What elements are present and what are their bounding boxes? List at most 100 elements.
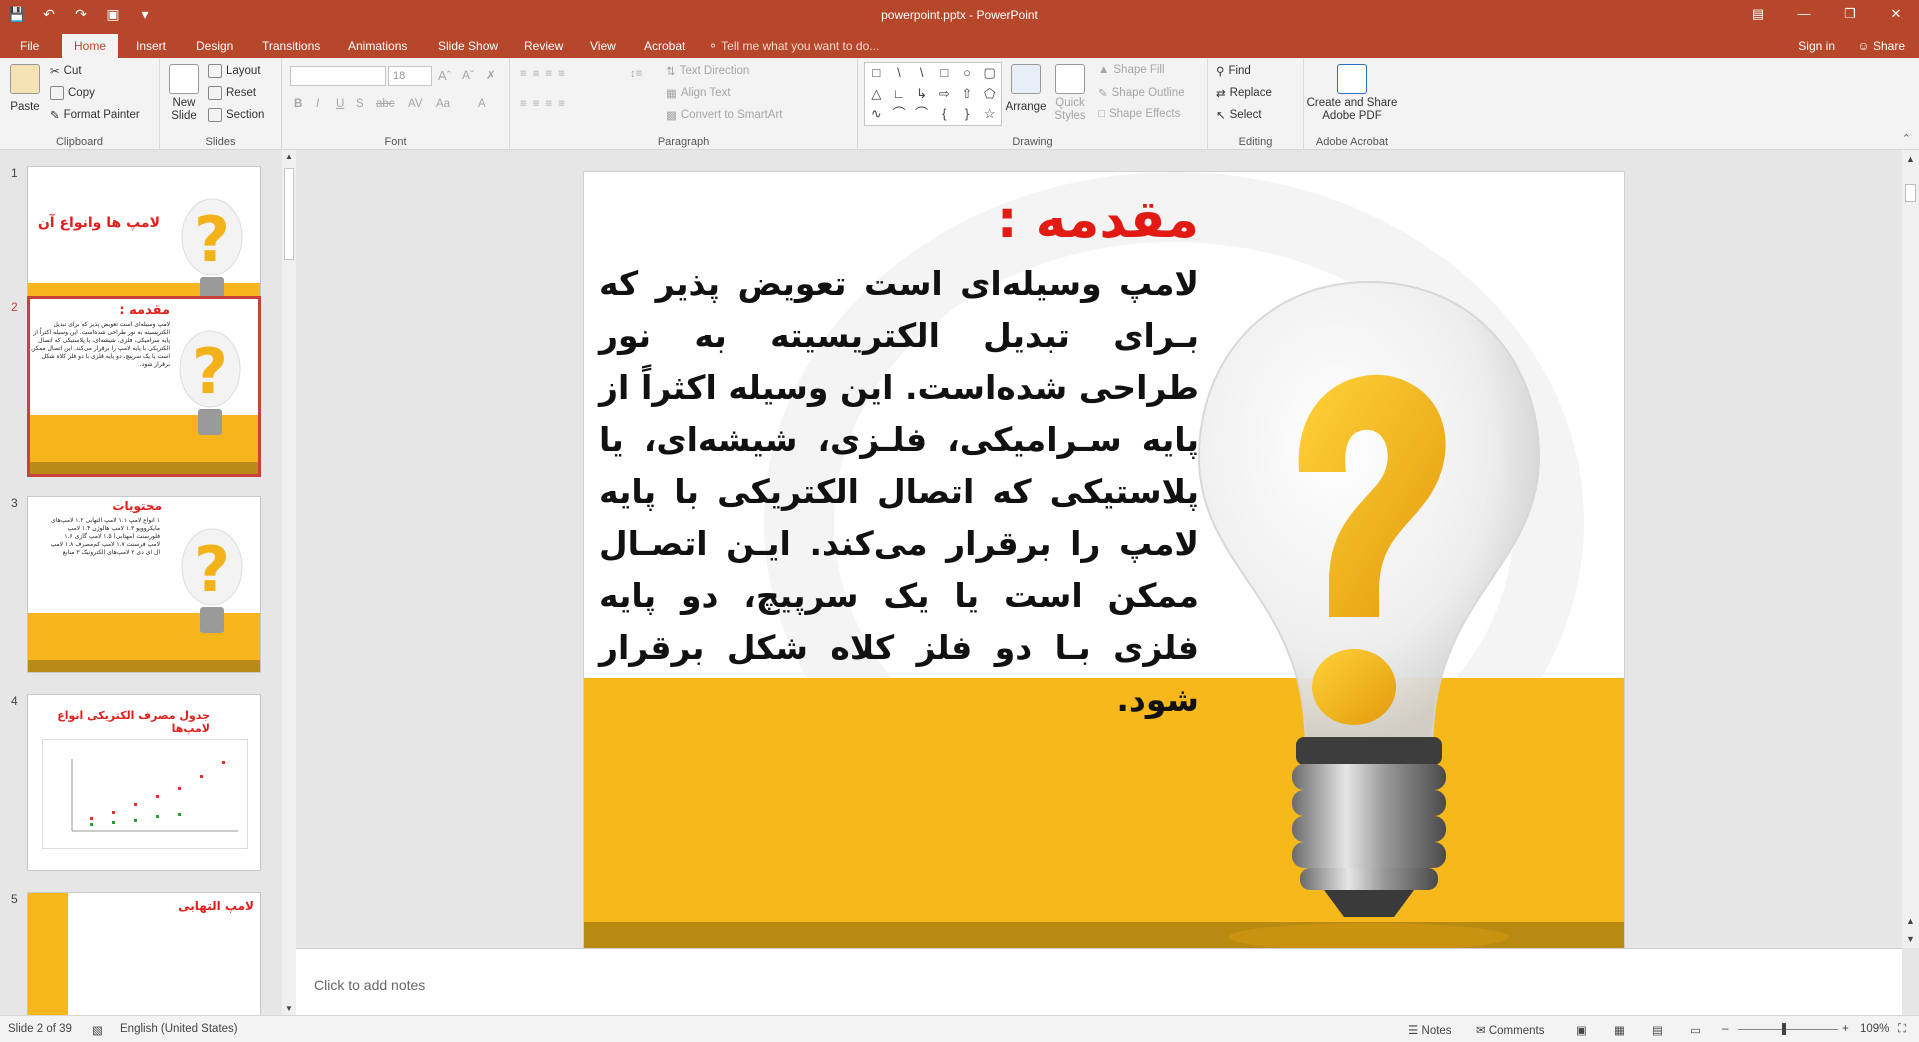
- notes-button[interactable]: ☰ Notes: [1408, 1023, 1452, 1037]
- previous-slide-icon[interactable]: ▲: [1902, 916, 1919, 926]
- arrow-right-icon[interactable]: ⇨: [933, 84, 956, 105]
- tab-review[interactable]: Review: [512, 34, 575, 58]
- decrease-font-icon[interactable]: Aˇ: [462, 68, 474, 82]
- scroll-down-icon[interactable]: ▼: [282, 1004, 296, 1013]
- comments-button[interactable]: ✉ Comments: [1476, 1023, 1544, 1037]
- shadow-icon[interactable]: S: [356, 98, 364, 110]
- slide-body-text[interactable]: لامپ وسیله‌ای است تعویض پذیر که بـرای تب…: [599, 258, 1199, 726]
- zoom-slider[interactable]: [1738, 1029, 1838, 1030]
- thumbnails-scrollbar[interactable]: ▲ ▼: [282, 150, 296, 1015]
- star-icon[interactable]: ☆: [978, 104, 1001, 125]
- spacing-icon[interactable]: AV: [408, 98, 423, 110]
- minimize-button[interactable]: —: [1781, 0, 1827, 30]
- bold-icon[interactable]: B: [294, 98, 302, 110]
- convert-smartart-button[interactable]: ▩ Convert to SmartArt: [666, 108, 783, 122]
- tab-home[interactable]: Home: [62, 34, 119, 58]
- restore-button[interactable]: ❐: [1827, 0, 1873, 30]
- slideshow-view-icon[interactable]: ▭: [1690, 1023, 1701, 1037]
- brace-right-icon[interactable]: }: [956, 104, 979, 125]
- font-color-icon[interactable]: A: [478, 98, 486, 110]
- arrow-up-icon[interactable]: ⇧: [956, 84, 979, 105]
- font-size-box[interactable]: 18: [388, 66, 432, 86]
- curve-icon[interactable]: ∿: [865, 104, 888, 125]
- rounded-rect-icon[interactable]: ▢: [978, 63, 1001, 84]
- slide-title[interactable]: مقدمه :: [997, 190, 1199, 250]
- zoom-in-icon[interactable]: +: [1842, 1023, 1849, 1035]
- normal-view-icon[interactable]: ▣: [1576, 1023, 1587, 1037]
- arc-icon[interactable]: ⌒: [888, 104, 911, 125]
- copy-button[interactable]: Copy: [50, 86, 95, 100]
- elbow-icon[interactable]: ∟: [888, 84, 911, 105]
- pentagon-icon[interactable]: ⬠: [978, 84, 1001, 105]
- list-icons[interactable]: ≡≡≡≡: [520, 68, 571, 80]
- zoom-level[interactable]: 109%: [1860, 1023, 1889, 1035]
- ribbon-display-icon[interactable]: ▤: [1735, 0, 1781, 30]
- paste-button[interactable]: Paste: [8, 64, 42, 113]
- reading-view-icon[interactable]: ▤: [1652, 1023, 1663, 1037]
- change-case-icon[interactable]: Aa: [436, 98, 450, 110]
- fit-slide-icon[interactable]: ⛶: [1898, 1023, 1906, 1036]
- slide-thumbnail-5[interactable]: لامپ التهابی: [27, 892, 261, 1015]
- text-direction-button[interactable]: ⇅ Text Direction: [666, 64, 749, 78]
- cut-button[interactable]: ✂ Cut: [50, 64, 82, 78]
- tell-me-box[interactable]: ⚬ Tell me what you want to do...: [708, 34, 879, 58]
- slide-sorter-icon[interactable]: ▦: [1614, 1023, 1625, 1037]
- scroll-up-icon[interactable]: ▲: [282, 152, 296, 161]
- shapes-gallery[interactable]: □ \ \ □ ○ ▢ △ ∟ ↳ ⇨ ⇧ ⬠ ∿ ⌒ ⌒{} ☆: [864, 62, 1002, 126]
- triangle-icon[interactable]: △: [865, 84, 888, 105]
- zoom-slider-thumb[interactable]: [1782, 1023, 1786, 1035]
- create-share-pdf-button[interactable]: Create and Share Adobe PDF: [1307, 64, 1397, 123]
- strikethrough-icon[interactable]: abc: [376, 98, 395, 110]
- elbow-icon[interactable]: ↳: [910, 84, 933, 105]
- language-indicator[interactable]: English (United States): [120, 1023, 238, 1035]
- tab-file[interactable]: File: [8, 34, 51, 58]
- collapse-ribbon-icon[interactable]: ⌃: [1902, 132, 1911, 145]
- slide-canvas[interactable]: مقدمه : لامپ وسیله‌ای است تعویض پذیر که …: [584, 172, 1624, 952]
- reset-button[interactable]: Reset: [208, 86, 256, 100]
- zoom-out-icon[interactable]: –: [1722, 1023, 1728, 1035]
- shape-fill-button[interactable]: ▲ Shape Fill: [1098, 64, 1165, 76]
- slide-thumbnail-2[interactable]: ? مقدمه : لامپ وسیله‌ای است تعویض پذیر ک…: [27, 296, 261, 477]
- increase-font-icon[interactable]: Aˆ: [438, 68, 451, 83]
- tab-animations[interactable]: Animations: [336, 34, 419, 58]
- notes-pane[interactable]: Click to add notes: [296, 948, 1902, 1015]
- arrange-button[interactable]: Arrange: [1006, 64, 1046, 113]
- line-icon[interactable]: \: [888, 63, 911, 84]
- spellcheck-icon[interactable]: ▧: [92, 1023, 103, 1037]
- section-button[interactable]: Section: [208, 108, 264, 122]
- underline-icon[interactable]: U: [336, 98, 344, 110]
- align-icons[interactable]: ≡≡≡≡: [520, 98, 571, 110]
- arc-icon[interactable]: ⌒: [910, 104, 933, 125]
- new-slide-button[interactable]: New Slide: [166, 64, 202, 123]
- textbox-icon[interactable]: □: [865, 63, 888, 84]
- share-button[interactable]: ☺ Share: [1857, 34, 1905, 58]
- next-slide-icon[interactable]: ▼: [1902, 934, 1919, 944]
- tab-slide-show[interactable]: Slide Show: [426, 34, 510, 58]
- layout-button[interactable]: Layout: [208, 64, 261, 78]
- replace-button[interactable]: ⇄ Replace: [1216, 86, 1272, 100]
- tab-insert[interactable]: Insert: [124, 34, 178, 58]
- quick-styles-button[interactable]: Quick Styles: [1050, 64, 1090, 123]
- scroll-up-icon[interactable]: ▲: [1902, 154, 1919, 164]
- format-painter-button[interactable]: ✎ Format Painter: [50, 108, 140, 122]
- oval-icon[interactable]: ○: [956, 63, 979, 84]
- slide-scrollbar[interactable]: ▲ ▲ ▼: [1902, 150, 1919, 948]
- tab-view[interactable]: View: [578, 34, 628, 58]
- sign-in-link[interactable]: Sign in: [1798, 34, 1835, 58]
- slide-thumbnail-3[interactable]: ? محتویات ۱ انواع لامپ ۱.۱ لامپ التهابی …: [27, 496, 261, 673]
- select-button[interactable]: ↖ Select: [1216, 108, 1262, 122]
- tab-design[interactable]: Design: [184, 34, 245, 58]
- align-text-button[interactable]: ▦ Align Text: [666, 86, 731, 100]
- brace-left-icon[interactable]: {: [933, 104, 956, 125]
- line-spacing-icon[interactable]: ↕≡: [630, 68, 642, 80]
- find-button[interactable]: ⚲ Find: [1216, 64, 1251, 78]
- clear-format-icon[interactable]: ✗: [486, 68, 496, 82]
- rectangle-icon[interactable]: □: [933, 63, 956, 84]
- slide-thumbnail-4[interactable]: جدول مصرف الکتریکی انواع لامپ‌ها: [27, 694, 261, 871]
- close-button[interactable]: ✕: [1873, 0, 1919, 30]
- italic-icon[interactable]: I: [316, 98, 319, 110]
- font-name-box[interactable]: [290, 66, 386, 86]
- shape-outline-button[interactable]: ✎ Shape Outline: [1098, 86, 1185, 100]
- line-icon[interactable]: \: [910, 63, 933, 84]
- tab-transitions[interactable]: Transitions: [250, 34, 332, 58]
